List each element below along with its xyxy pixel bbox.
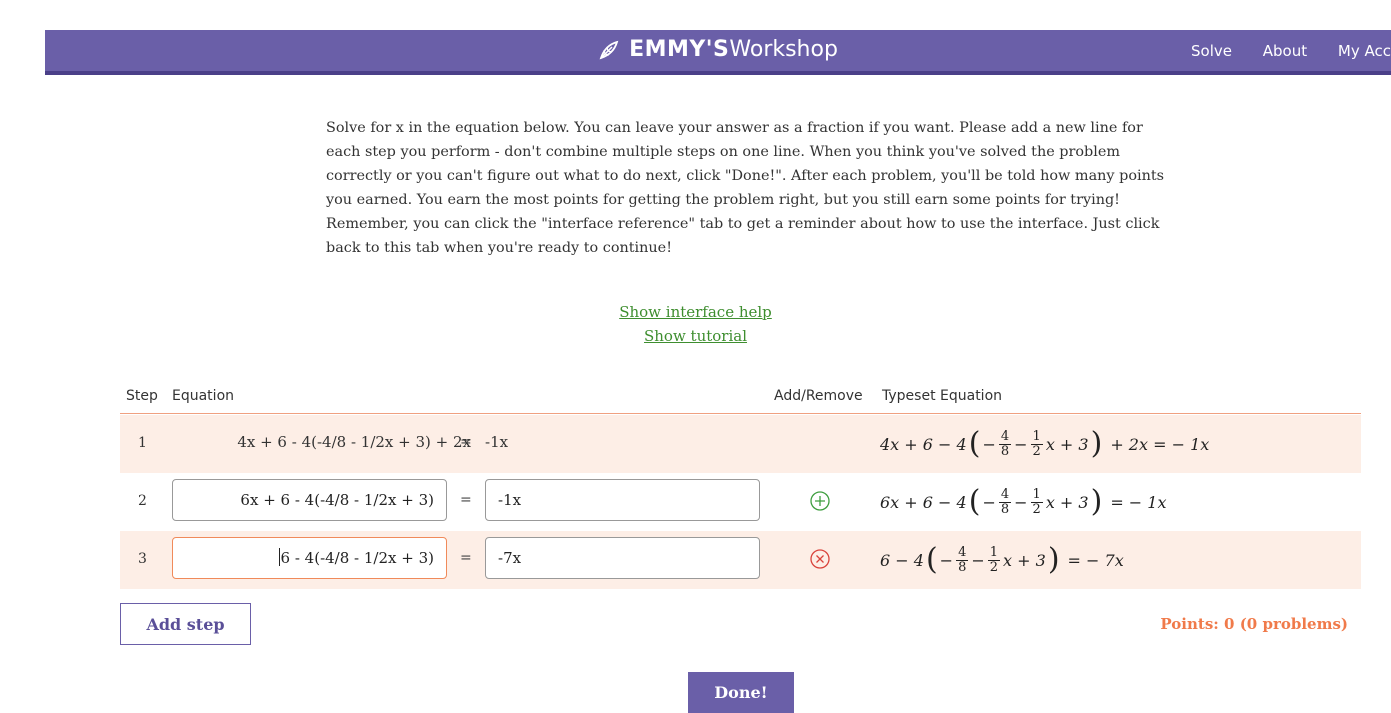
- done-button[interactable]: Done!: [688, 672, 794, 713]
- typeset-term: x + 3: [1003, 550, 1046, 570]
- equals-sign: =: [460, 434, 472, 450]
- equation-rhs: -1x: [485, 433, 509, 451]
- leaf-icon: [599, 40, 619, 60]
- typeset-minus: −: [982, 492, 996, 512]
- equation-lhs-value: 6 - 4(-4/8 - 1/2x + 3): [280, 549, 434, 567]
- fraction: 12: [1030, 486, 1043, 517]
- plus-circle-icon[interactable]: [808, 489, 832, 513]
- typeset-prefix: 4x + 6 − 4: [880, 434, 967, 454]
- typeset-equation: 6x + 6 − 4 ( − 48 − 12 x + 3 ) = − 1x: [880, 484, 1167, 519]
- instructions-text: Solve for x in the equation below. You c…: [326, 120, 1165, 256]
- brand-name-bold: EMMY'S: [629, 37, 730, 62]
- typeset-suffix: = − 7x: [1067, 550, 1124, 570]
- step-number: 2: [138, 493, 147, 509]
- typeset-minus: −: [939, 550, 954, 570]
- equals-sign: =: [460, 550, 472, 566]
- equation-lhs: 4x + 6 - 4(-4/8 - 1/2x + 3) + 2x: [237, 433, 471, 451]
- typeset-minus: −: [1014, 492, 1028, 512]
- typeset-suffix: = − 1x: [1110, 492, 1167, 512]
- typeset-term: x + 3: [1045, 492, 1089, 512]
- fraction: 48: [956, 544, 969, 575]
- text-caret: [278, 548, 280, 566]
- add-step-button[interactable]: Add step: [120, 603, 251, 645]
- step-number: 1: [138, 435, 147, 451]
- fraction: 12: [1030, 428, 1043, 459]
- typeset-equation: 6 − 4 ( − 48 − 12 x + 3 ) = − 7x: [880, 542, 1124, 577]
- help-links: Show interface help Show tutorial: [0, 300, 1391, 348]
- equals-sign: =: [460, 492, 472, 508]
- show-interface-help-link[interactable]: Show interface help: [619, 300, 772, 324]
- show-tutorial-link[interactable]: Show tutorial: [644, 324, 747, 348]
- equation-rhs-input[interactable]: -7x: [485, 537, 760, 579]
- brand-name-light: Workshop: [729, 37, 838, 62]
- table-header: Step Equation Add/Remove Typeset Equatio…: [120, 385, 1361, 414]
- equation-lhs-input[interactable]: 6 - 4(-4/8 - 1/2x + 3): [172, 537, 447, 579]
- typeset-minus: −: [1014, 434, 1028, 454]
- typeset-minus: −: [982, 434, 996, 454]
- table-row: 2 6x + 6 - 4(-4/8 - 1/2x + 3) = -1x 6x +…: [120, 473, 1361, 531]
- header-typeset-equation: Typeset Equation: [882, 388, 1003, 404]
- table-row: 1 4x + 6 - 4(-4/8 - 1/2x + 3) + 2x = -1x…: [120, 415, 1361, 473]
- header-add-remove: Add/Remove: [774, 388, 863, 404]
- points-display: Points: 0 (0 problems): [1160, 615, 1348, 633]
- header-step: Step: [126, 388, 158, 404]
- typeset-minus: −: [971, 550, 985, 570]
- typeset-prefix: 6x + 6 − 4: [880, 492, 967, 512]
- step-number: 3: [138, 551, 147, 567]
- typeset-equation: 4x + 6 − 4 ( − 48 − 12 x + 3 ) + 2x = − …: [880, 426, 1210, 461]
- table-row: 3 6 - 4(-4/8 - 1/2x + 3) = -7x 6 − 4 ( −…: [120, 531, 1361, 589]
- nav-about[interactable]: About: [1263, 42, 1307, 60]
- fraction: 48: [998, 428, 1012, 459]
- header-equation: Equation: [172, 388, 235, 404]
- equation-lhs-input[interactable]: 6x + 6 - 4(-4/8 - 1/2x + 3): [172, 479, 447, 521]
- typeset-prefix: 6 − 4: [880, 550, 924, 570]
- x-circle-icon[interactable]: [808, 547, 832, 571]
- top-bar: EMMY'SWorkshop Solve About My Acc: [45, 30, 1391, 75]
- typeset-term: x + 3: [1045, 434, 1089, 454]
- nav-solve[interactable]: Solve: [1191, 42, 1232, 60]
- fraction: 12: [987, 544, 1001, 575]
- nav-my-account[interactable]: My Acc: [1338, 42, 1391, 60]
- typeset-suffix: + 2x = − 1x: [1110, 434, 1210, 454]
- equation-rhs-input[interactable]: -1x: [485, 479, 760, 521]
- fraction: 48: [998, 486, 1012, 517]
- main-nav: Solve About My Acc: [1165, 42, 1391, 60]
